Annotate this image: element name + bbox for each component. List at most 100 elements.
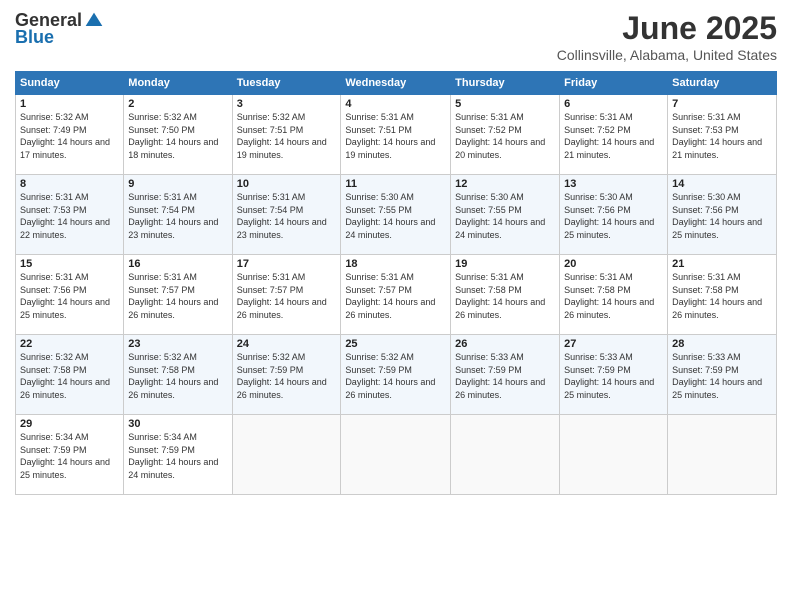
day-info: Sunrise: 5:31 AMSunset: 7:54 PMDaylight:… bbox=[237, 192, 327, 240]
calendar-cell: 1 Sunrise: 5:32 AMSunset: 7:49 PMDayligh… bbox=[16, 95, 124, 175]
day-number: 15 bbox=[20, 258, 119, 270]
day-number: 3 bbox=[237, 98, 337, 110]
title-section: June 2025 Collinsville, Alabama, United … bbox=[557, 10, 777, 63]
day-number: 27 bbox=[564, 338, 663, 350]
day-number: 11 bbox=[345, 178, 446, 190]
day-info: Sunrise: 5:31 AMSunset: 7:58 PMDaylight:… bbox=[672, 272, 762, 320]
day-number: 4 bbox=[345, 98, 446, 110]
day-info: Sunrise: 5:33 AMSunset: 7:59 PMDaylight:… bbox=[455, 352, 545, 400]
header-monday: Monday bbox=[124, 72, 232, 95]
calendar-week-row: 8 Sunrise: 5:31 AMSunset: 7:53 PMDayligh… bbox=[16, 175, 777, 255]
page-header: General Blue June 2025 Collinsville, Ala… bbox=[15, 10, 777, 63]
calendar-header-row: Sunday Monday Tuesday Wednesday Thursday… bbox=[16, 72, 777, 95]
day-number: 20 bbox=[564, 258, 663, 270]
day-info: Sunrise: 5:31 AMSunset: 7:57 PMDaylight:… bbox=[128, 272, 218, 320]
calendar-cell: 17 Sunrise: 5:31 AMSunset: 7:57 PMDaylig… bbox=[232, 255, 341, 335]
calendar-cell: 10 Sunrise: 5:31 AMSunset: 7:54 PMDaylig… bbox=[232, 175, 341, 255]
calendar-cell: 22 Sunrise: 5:32 AMSunset: 7:58 PMDaylig… bbox=[16, 335, 124, 415]
calendar-cell: 3 Sunrise: 5:32 AMSunset: 7:51 PMDayligh… bbox=[232, 95, 341, 175]
day-number: 24 bbox=[237, 338, 337, 350]
day-number: 22 bbox=[20, 338, 119, 350]
calendar-cell: 15 Sunrise: 5:31 AMSunset: 7:56 PMDaylig… bbox=[16, 255, 124, 335]
day-info: Sunrise: 5:31 AMSunset: 7:51 PMDaylight:… bbox=[345, 112, 435, 160]
day-info: Sunrise: 5:32 AMSunset: 7:51 PMDaylight:… bbox=[237, 112, 327, 160]
calendar-cell: 29 Sunrise: 5:34 AMSunset: 7:59 PMDaylig… bbox=[16, 415, 124, 495]
day-info: Sunrise: 5:31 AMSunset: 7:52 PMDaylight:… bbox=[455, 112, 545, 160]
calendar-cell: 13 Sunrise: 5:30 AMSunset: 7:56 PMDaylig… bbox=[560, 175, 668, 255]
calendar-cell: 20 Sunrise: 5:31 AMSunset: 7:58 PMDaylig… bbox=[560, 255, 668, 335]
day-number: 19 bbox=[455, 258, 555, 270]
calendar-cell: 23 Sunrise: 5:32 AMSunset: 7:58 PMDaylig… bbox=[124, 335, 232, 415]
calendar-cell bbox=[341, 415, 451, 495]
day-info: Sunrise: 5:32 AMSunset: 7:58 PMDaylight:… bbox=[128, 352, 218, 400]
day-info: Sunrise: 5:31 AMSunset: 7:57 PMDaylight:… bbox=[237, 272, 327, 320]
calendar-week-row: 1 Sunrise: 5:32 AMSunset: 7:49 PMDayligh… bbox=[16, 95, 777, 175]
calendar-cell bbox=[560, 415, 668, 495]
calendar-table: Sunday Monday Tuesday Wednesday Thursday… bbox=[15, 71, 777, 495]
calendar-cell: 11 Sunrise: 5:30 AMSunset: 7:55 PMDaylig… bbox=[341, 175, 451, 255]
day-info: Sunrise: 5:34 AMSunset: 7:59 PMDaylight:… bbox=[128, 432, 218, 480]
day-number: 14 bbox=[672, 178, 772, 190]
day-number: 30 bbox=[128, 418, 227, 430]
calendar-cell bbox=[232, 415, 341, 495]
day-info: Sunrise: 5:30 AMSunset: 7:56 PMDaylight:… bbox=[672, 192, 762, 240]
calendar-cell: 4 Sunrise: 5:31 AMSunset: 7:51 PMDayligh… bbox=[341, 95, 451, 175]
calendar-cell: 9 Sunrise: 5:31 AMSunset: 7:54 PMDayligh… bbox=[124, 175, 232, 255]
day-info: Sunrise: 5:32 AMSunset: 7:59 PMDaylight:… bbox=[237, 352, 327, 400]
calendar-week-row: 29 Sunrise: 5:34 AMSunset: 7:59 PMDaylig… bbox=[16, 415, 777, 495]
calendar-cell: 21 Sunrise: 5:31 AMSunset: 7:58 PMDaylig… bbox=[668, 255, 777, 335]
day-info: Sunrise: 5:31 AMSunset: 7:52 PMDaylight:… bbox=[564, 112, 654, 160]
day-info: Sunrise: 5:33 AMSunset: 7:59 PMDaylight:… bbox=[564, 352, 654, 400]
calendar-cell: 24 Sunrise: 5:32 AMSunset: 7:59 PMDaylig… bbox=[232, 335, 341, 415]
day-info: Sunrise: 5:31 AMSunset: 7:53 PMDaylight:… bbox=[672, 112, 762, 160]
day-info: Sunrise: 5:32 AMSunset: 7:49 PMDaylight:… bbox=[20, 112, 110, 160]
day-info: Sunrise: 5:32 AMSunset: 7:58 PMDaylight:… bbox=[20, 352, 110, 400]
day-number: 10 bbox=[237, 178, 337, 190]
calendar-cell: 8 Sunrise: 5:31 AMSunset: 7:53 PMDayligh… bbox=[16, 175, 124, 255]
calendar-cell: 19 Sunrise: 5:31 AMSunset: 7:58 PMDaylig… bbox=[451, 255, 560, 335]
day-number: 16 bbox=[128, 258, 227, 270]
day-info: Sunrise: 5:32 AMSunset: 7:59 PMDaylight:… bbox=[345, 352, 435, 400]
day-info: Sunrise: 5:30 AMSunset: 7:55 PMDaylight:… bbox=[455, 192, 545, 240]
day-number: 9 bbox=[128, 178, 227, 190]
calendar-cell: 18 Sunrise: 5:31 AMSunset: 7:57 PMDaylig… bbox=[341, 255, 451, 335]
header-tuesday: Tuesday bbox=[232, 72, 341, 95]
logo-blue-text: Blue bbox=[15, 27, 54, 48]
day-info: Sunrise: 5:31 AMSunset: 7:56 PMDaylight:… bbox=[20, 272, 110, 320]
calendar-cell: 12 Sunrise: 5:30 AMSunset: 7:55 PMDaylig… bbox=[451, 175, 560, 255]
day-number: 2 bbox=[128, 98, 227, 110]
calendar-cell: 7 Sunrise: 5:31 AMSunset: 7:53 PMDayligh… bbox=[668, 95, 777, 175]
calendar-cell: 30 Sunrise: 5:34 AMSunset: 7:59 PMDaylig… bbox=[124, 415, 232, 495]
calendar-cell: 6 Sunrise: 5:31 AMSunset: 7:52 PMDayligh… bbox=[560, 95, 668, 175]
calendar-cell: 28 Sunrise: 5:33 AMSunset: 7:59 PMDaylig… bbox=[668, 335, 777, 415]
day-info: Sunrise: 5:31 AMSunset: 7:58 PMDaylight:… bbox=[564, 272, 654, 320]
day-number: 12 bbox=[455, 178, 555, 190]
day-info: Sunrise: 5:33 AMSunset: 7:59 PMDaylight:… bbox=[672, 352, 762, 400]
day-info: Sunrise: 5:32 AMSunset: 7:50 PMDaylight:… bbox=[128, 112, 218, 160]
day-number: 17 bbox=[237, 258, 337, 270]
day-number: 8 bbox=[20, 178, 119, 190]
calendar-week-row: 15 Sunrise: 5:31 AMSunset: 7:56 PMDaylig… bbox=[16, 255, 777, 335]
calendar-week-row: 22 Sunrise: 5:32 AMSunset: 7:58 PMDaylig… bbox=[16, 335, 777, 415]
day-info: Sunrise: 5:31 AMSunset: 7:54 PMDaylight:… bbox=[128, 192, 218, 240]
calendar-cell bbox=[668, 415, 777, 495]
header-wednesday: Wednesday bbox=[341, 72, 451, 95]
header-sunday: Sunday bbox=[16, 72, 124, 95]
day-number: 6 bbox=[564, 98, 663, 110]
calendar-cell: 14 Sunrise: 5:30 AMSunset: 7:56 PMDaylig… bbox=[668, 175, 777, 255]
day-info: Sunrise: 5:31 AMSunset: 7:58 PMDaylight:… bbox=[455, 272, 545, 320]
day-number: 21 bbox=[672, 258, 772, 270]
day-info: Sunrise: 5:30 AMSunset: 7:55 PMDaylight:… bbox=[345, 192, 435, 240]
header-thursday: Thursday bbox=[451, 72, 560, 95]
day-number: 5 bbox=[455, 98, 555, 110]
day-number: 13 bbox=[564, 178, 663, 190]
month-title: June 2025 bbox=[557, 10, 777, 47]
day-number: 1 bbox=[20, 98, 119, 110]
day-number: 26 bbox=[455, 338, 555, 350]
day-info: Sunrise: 5:30 AMSunset: 7:56 PMDaylight:… bbox=[564, 192, 654, 240]
header-saturday: Saturday bbox=[668, 72, 777, 95]
calendar-cell: 5 Sunrise: 5:31 AMSunset: 7:52 PMDayligh… bbox=[451, 95, 560, 175]
location-subtitle: Collinsville, Alabama, United States bbox=[557, 47, 777, 63]
day-number: 28 bbox=[672, 338, 772, 350]
calendar-cell: 25 Sunrise: 5:32 AMSunset: 7:59 PMDaylig… bbox=[341, 335, 451, 415]
